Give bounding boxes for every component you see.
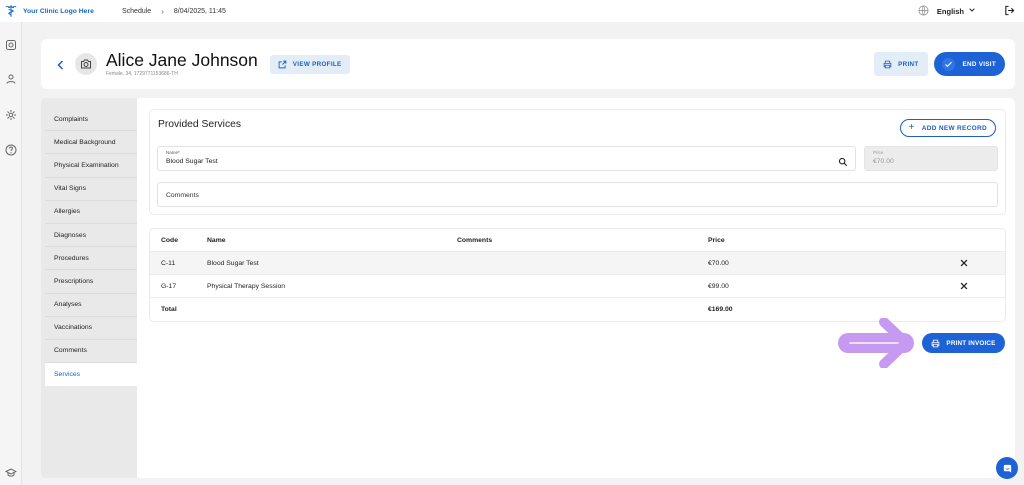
logout-icon[interactable] <box>1004 5 1015 18</box>
view-profile-label: VIEW PROFILE <box>292 60 342 68</box>
view-profile-button[interactable]: VIEW PROFILE <box>269 54 350 74</box>
row-price: €99.00 <box>708 283 729 290</box>
table-row: C-11 Blood Sugar Test €70.00 <box>150 252 1005 275</box>
section-item-diagnoses[interactable]: Diagnoses <box>45 224 137 248</box>
row-name: Blood Sugar Test <box>207 260 259 267</box>
printer-icon <box>883 60 892 68</box>
patient-name: Alice Jane Johnson <box>106 50 258 70</box>
price-field: Price €70.00 <box>864 146 998 171</box>
avatar[interactable] <box>75 53 97 75</box>
chevron-right-icon: › <box>161 6 164 16</box>
globe-icon[interactable] <box>918 5 929 18</box>
section-item-allergies[interactable]: Allergies <box>45 201 137 224</box>
section-item-physical-examination[interactable]: Physical Examination <box>45 154 137 178</box>
services-form: Provided Services + ADD NEW RECORD Name*… <box>149 109 1006 215</box>
column-header-code: Code <box>161 237 178 244</box>
total-label: Total <box>161 306 177 313</box>
close-icon[interactable] <box>959 258 969 268</box>
external-link-icon <box>278 60 287 68</box>
service-name-field[interactable]: Name* Blood Sugar Test <box>157 146 856 171</box>
user-icon[interactable] <box>5 72 17 84</box>
search-icon[interactable] <box>838 154 848 167</box>
language-selector[interactable]: English <box>937 6 976 16</box>
price-value: €70.00 <box>873 158 894 165</box>
row-code: C-11 <box>161 260 176 267</box>
service-name-value: Blood Sugar Test <box>166 158 218 165</box>
section-item-procedures[interactable]: Procedures <box>45 247 137 271</box>
patient-meta: Female, 34, 1729771153686-TH <box>106 71 178 77</box>
printer-icon <box>932 339 940 347</box>
end-visit-label: END VISIT <box>962 60 996 68</box>
clinic-logo[interactable]: Your Clinic Logo Here <box>4 4 114 18</box>
top-bar: Your Clinic Logo Here Schedule › 8/04/20… <box>0 0 1024 22</box>
service-name-label: Name* <box>166 150 180 155</box>
add-new-record-button[interactable]: + ADD NEW RECORD <box>899 119 996 137</box>
chat-widget-button[interactable] <box>996 457 1018 479</box>
row-name: Physical Therapy Session <box>207 283 286 290</box>
comments-field[interactable]: Comments <box>157 182 998 207</box>
section-item-comments[interactable]: Comments <box>45 340 137 364</box>
section-item-complaints[interactable]: Complaints <box>45 108 137 132</box>
section-item-vital-signs[interactable]: Vital Signs <box>45 178 137 201</box>
print-invoice-button[interactable]: PRINT INVOICE <box>922 333 1005 353</box>
section-item-analyses[interactable]: Analyses <box>45 294 137 317</box>
graduation-cap-icon[interactable] <box>4 466 18 478</box>
gear-icon[interactable] <box>5 108 17 120</box>
price-label: Price <box>873 150 884 155</box>
services-table: Code Name Comments Price C-11 Blood Suga… <box>149 228 1006 322</box>
close-icon[interactable] <box>959 281 969 291</box>
chat-icon <box>1003 464 1011 473</box>
section-item-vaccinations[interactable]: Vaccinations <box>45 317 137 340</box>
caduceus-icon <box>5 5 17 17</box>
column-header-name: Name <box>207 237 226 244</box>
print-label: PRINT <box>898 60 919 68</box>
arrow-right-icon <box>838 318 914 368</box>
camera-icon <box>81 59 91 69</box>
comments-placeholder: Comments <box>166 192 199 199</box>
left-rail <box>0 22 22 485</box>
table-row: G-17 Physical Therapy Session €99.00 <box>150 275 1005 298</box>
help-icon[interactable] <box>5 143 17 156</box>
column-header-comments: Comments <box>457 237 493 244</box>
section-item-medical-background[interactable]: Medical Background <box>45 131 137 155</box>
breadcrumb-schedule[interactable]: Schedule <box>122 8 151 15</box>
end-visit-button[interactable]: END VISIT <box>933 52 1005 76</box>
print-invoice-label: PRINT INVOICE <box>946 339 996 347</box>
row-price: €70.00 <box>708 260 729 267</box>
breadcrumb: Schedule › 8/04/2025, 11:45 <box>122 7 226 16</box>
patient-header: Alice Jane Johnson Female, 34, 172977115… <box>41 39 1015 89</box>
plus-icon: + <box>908 122 915 133</box>
back-arrow-icon[interactable] <box>55 58 67 70</box>
print-button[interactable]: PRINT <box>874 52 928 76</box>
section-nav: Complaints Medical Background Physical E… <box>41 98 137 478</box>
add-new-record-label: ADD NEW RECORD <box>921 124 987 132</box>
breadcrumb-datetime: 8/04/2025, 11:45 <box>173 7 226 15</box>
section-item-prescriptions[interactable]: Prescriptions <box>45 270 137 294</box>
check-icon <box>941 57 955 71</box>
chevron-down-icon <box>968 6 976 16</box>
total-value: €169.00 <box>708 306 733 313</box>
row-code: G-17 <box>161 283 177 290</box>
section-item-services[interactable]: Services <box>45 363 137 387</box>
table-header: Code Name Comments Price <box>150 229 1005 252</box>
language-label: English <box>936 6 964 16</box>
dashboard-icon[interactable] <box>5 38 17 50</box>
services-title: Provided Services <box>158 119 241 130</box>
logo-text: Your Clinic Logo Here <box>23 7 94 15</box>
column-header-price: Price <box>708 237 725 244</box>
